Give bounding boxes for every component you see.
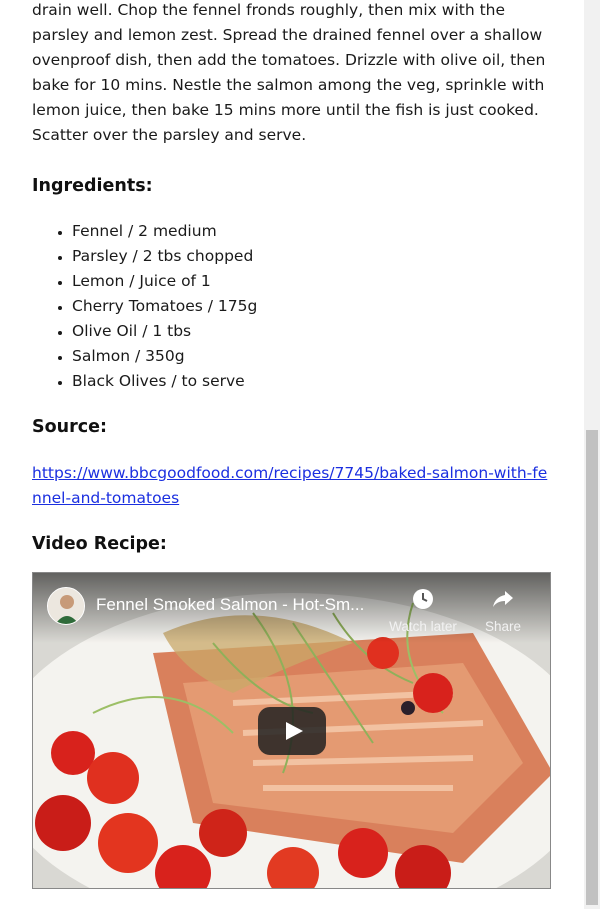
list-item: Salmon / 350g xyxy=(72,344,552,369)
watch-later-button[interactable]: Watch later xyxy=(383,587,463,634)
list-item: Cherry Tomatoes / 175g xyxy=(72,294,552,319)
list-item: Black Olives / to serve xyxy=(72,369,552,394)
method-paragraph: drain well. Chop the fennel fronds rough… xyxy=(32,1,546,144)
list-item: Parsley / 2 tbs chopped xyxy=(72,244,552,269)
video-player[interactable]: Fennel Smoked Salmon - Hot-Sm... Watch l… xyxy=(32,572,551,889)
share-label: Share xyxy=(484,619,522,634)
share-arrow-icon xyxy=(493,591,513,607)
share-button[interactable]: Share xyxy=(463,587,543,634)
list-item: Olive Oil / 1 tbs xyxy=(72,319,552,344)
list-item: Fennel / 2 medium xyxy=(72,219,552,244)
watch-later-label: Watch later xyxy=(389,619,457,634)
video-recipe-heading: Video Recipe: xyxy=(32,534,167,554)
clock-icon xyxy=(413,589,433,609)
ingredients-list: Fennel / 2 medium Parsley / 2 tbs choppe… xyxy=(32,219,552,394)
article-content: drain well. Chop the fennel fronds rough… xyxy=(32,0,552,556)
source-link[interactable]: https://www.bbcgoodfood.com/recipes/7745… xyxy=(32,461,552,511)
source-heading: Source: xyxy=(32,417,107,437)
ingredients-heading: Ingredients: xyxy=(32,176,153,196)
channel-avatar[interactable] xyxy=(47,587,85,625)
page-scrollbar[interactable] xyxy=(584,0,600,909)
list-item: Lemon / Juice of 1 xyxy=(72,269,552,294)
video-title[interactable]: Fennel Smoked Salmon - Hot-Sm... xyxy=(96,595,386,615)
scrollbar-thumb[interactable] xyxy=(586,430,598,905)
play-button[interactable] xyxy=(258,707,326,755)
